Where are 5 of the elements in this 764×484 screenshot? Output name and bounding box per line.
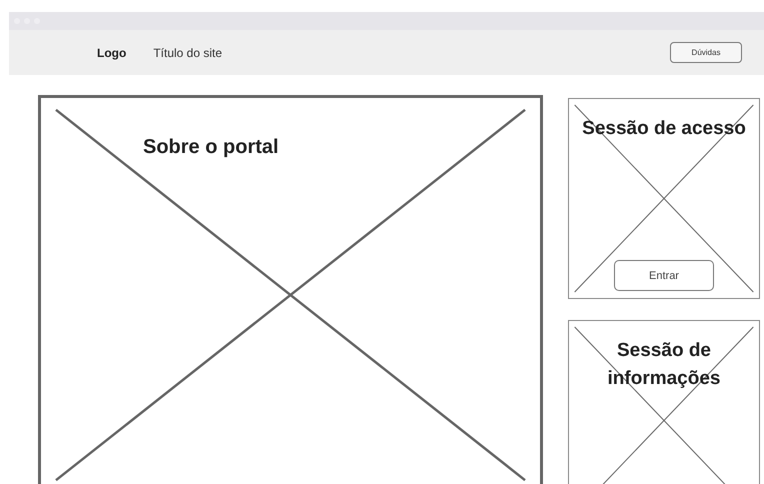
enter-button[interactable]: Entrar	[614, 260, 714, 291]
site-title: Título do site	[153, 46, 222, 60]
help-button[interactable]: Dúvidas	[670, 42, 742, 63]
panel-title: Sobre o portal	[143, 136, 279, 159]
logo: Logo	[97, 46, 126, 60]
